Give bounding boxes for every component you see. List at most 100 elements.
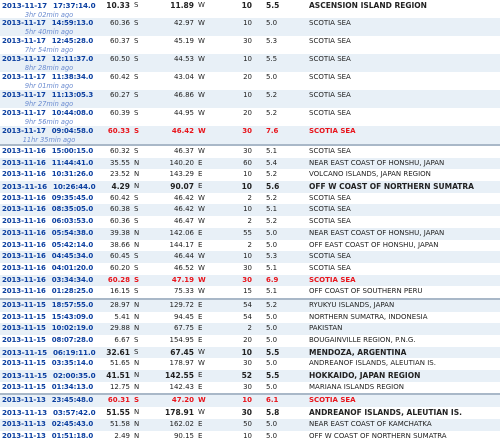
datetime-cell[interactable]: 2013-11-1603:34:34.0: [2, 275, 96, 287]
table-row[interactable]: 2013-11-1323:45:48.060.31S47.20W106.1SCO…: [0, 393, 500, 407]
time-link[interactable]: 09:04:58.0: [52, 127, 93, 135]
datetime-cell[interactable]: 2013-11-13 02:45:43.0: [2, 419, 96, 431]
table-row[interactable]: 2013-11-1615:00:15.060.32S46.37W305.1SCO…: [0, 144, 500, 158]
date-link[interactable]: 2013-11-13: [2, 408, 47, 417]
table-row[interactable]: 2013-11-1301:51:18.02.49N90.15E105.0OFF …: [0, 431, 500, 442]
table-row[interactable]: 2013-11-1601:28:25.016.15S75.33W155.1OFF…: [0, 286, 500, 298]
datetime-cell[interactable]: 2013-11-1709:04:58.011hr 35min ago: [2, 126, 96, 143]
datetime-cell[interactable]: 2013-11-1712:45:28.07hr 54min ago: [2, 36, 96, 53]
table-row[interactable]: 2013-11-1709:04:58.011hr 35min ago60.33S…: [0, 126, 500, 144]
time-link[interactable]: 11:44:41.0: [52, 159, 93, 167]
date-link[interactable]: 2013-11-16: [2, 205, 46, 213]
time-link[interactable]: 01:28:25.0: [52, 287, 93, 295]
time-link[interactable]: 03:35:14.0: [52, 359, 93, 367]
date-link[interactable]: 2013-11-17: [2, 73, 46, 81]
date-link[interactable]: 2013-11-16: [2, 252, 46, 260]
date-link[interactable]: 2013-11-15: [2, 371, 47, 380]
table-row[interactable]: 2013-11-1501:34:13.012.75N142.43E305.0MA…: [0, 382, 500, 394]
datetime-cell[interactable]: 2013-11-1508:07:28.0: [2, 335, 96, 347]
date-link[interactable]: 2013-11-16: [2, 194, 46, 202]
table-row[interactable]: 2013-11-1506:19:11.032.61S67.45W105.5MEN…: [0, 347, 500, 359]
table-row[interactable]: 2013-11-1515:43:09.05.41N94.45E545.0NORT…: [0, 312, 500, 324]
date-link[interactable]: 2013-11-17: [2, 55, 46, 63]
table-row[interactable]: 2013-11-1302:45:43.051.58N162.02E505.0NE…: [0, 419, 500, 431]
datetime-cell[interactable]: 2013-11-1503:35:14.0: [2, 358, 96, 370]
time-link[interactable]: 01:51:18.0: [52, 432, 93, 440]
table-row[interactable]: 2013-11-1510:02:19.029.88N67.75E25.0PAKI…: [0, 323, 500, 335]
datetime-cell[interactable]: 2013-11-1711:13:05.39hr 27min ago: [2, 90, 96, 107]
time-link[interactable]: 12:11:37.0: [52, 55, 93, 63]
time-link[interactable]: 06:03:53.0: [52, 217, 93, 225]
date-link[interactable]: 2013-11-15: [2, 301, 46, 309]
time-link[interactable]: 02:00:35.0: [53, 371, 96, 380]
table-row[interactable]: 2013-11-1610:26:44.04.29N90.07E105.6OFF …: [0, 181, 500, 193]
datetime-cell[interactable]: 2013-11-16 06:03:53.0: [2, 216, 96, 228]
datetime-cell[interactable]: 2013-11-1712:11:37.08hr 28min ago: [2, 54, 96, 71]
time-link[interactable]: 01:34:13.0: [52, 383, 93, 391]
date-link[interactable]: 2013-11-16: [2, 217, 46, 225]
table-row[interactable]: 2013-11-1603:34:34.060.28S47.19W306.9SCO…: [0, 275, 500, 287]
datetime-cell[interactable]: 2013-11-1518:57:55.0: [2, 300, 96, 312]
time-link[interactable]: 08:35:05.0: [52, 205, 93, 213]
time-link[interactable]: 10:31:26.0: [52, 170, 93, 178]
time-link[interactable]: 09:35:45.0: [52, 194, 93, 202]
date-link[interactable]: 2013-11-17: [2, 91, 46, 99]
date-link[interactable]: 2013-11-16: [2, 229, 46, 237]
time-link[interactable]: 10:26:44.0: [53, 182, 96, 191]
date-link[interactable]: 2013-11-17: [2, 37, 46, 45]
datetime-cell[interactable]: 2013-11-16 15:00:15.0: [2, 146, 96, 158]
table-row[interactable]: 2013-11-1502:00:35.041.51N142.55E525.5HO…: [0, 370, 500, 382]
date-link[interactable]: 2013-11-15: [2, 324, 46, 332]
date-link[interactable]: 2013-11-16: [2, 182, 47, 191]
datetime-cell[interactable]: 2013-11-16 09:35:45.0: [2, 193, 96, 205]
table-row[interactable]: 2013-11-1714:59:13.05hr 40min ago60.36S4…: [0, 18, 500, 36]
date-link[interactable]: 2013-11-13: [2, 432, 46, 440]
time-link[interactable]: 10:02:19.0: [52, 324, 93, 332]
table-row[interactable]: 2013-11-1604:01:20.060.20S46.52W305.1SCO…: [0, 263, 500, 275]
date-link[interactable]: 2013-11-17: [2, 1, 47, 10]
table-row[interactable]: 2013-11-1610:31:26.023.52N143.29E105.2VO…: [0, 169, 500, 181]
datetime-cell[interactable]: 2013-11-16 10:31:26.0: [2, 169, 96, 181]
date-link[interactable]: 2013-11-16: [2, 159, 46, 167]
datetime-cell[interactable]: 2013-11-1714:59:13.05hr 40min ago: [2, 18, 96, 35]
table-row[interactable]: 2013-11-1508:07:28.06.67S154.95E205.0BOU…: [0, 335, 500, 347]
date-link[interactable]: 2013-11-17: [2, 109, 46, 117]
date-link[interactable]: 2013-11-16: [2, 264, 46, 272]
table-row[interactable]: 2013-11-1503:35:14.051.65N178.97W305.0AN…: [0, 358, 500, 370]
datetime-cell[interactable]: 2013-11-16 04:01:20.0: [2, 263, 96, 275]
date-link[interactable]: 2013-11-16: [2, 147, 46, 155]
table-row[interactable]: 2013-11-1608:35:05.060.38S46.42W105.1SCO…: [0, 204, 500, 216]
table-row[interactable]: 2013-11-1606:03:53.060.36S46.47W25.2SCOT…: [0, 216, 500, 228]
datetime-cell[interactable]: 2013-11-1717:37:14.03hr 02min ago: [2, 0, 96, 18]
datetime-cell[interactable]: 2013-11-16 08:35:05.0: [2, 204, 96, 216]
table-row[interactable]: 2013-11-1717:37:14.03hr 02min ago10.33S1…: [0, 0, 500, 18]
date-link[interactable]: 2013-11-16: [2, 241, 46, 249]
datetime-cell[interactable]: 2013-11-1605:54:38.0: [2, 228, 96, 240]
date-link[interactable]: 2013-11-16: [2, 170, 46, 178]
time-link[interactable]: 11:38:34.0: [52, 73, 93, 81]
date-link[interactable]: 2013-11-17: [2, 127, 46, 135]
time-link[interactable]: 23:45:48.0: [52, 396, 93, 404]
datetime-cell[interactable]: 2013-11-13 01:51:18.0: [2, 431, 96, 442]
time-link[interactable]: 11:13:05.3: [52, 91, 93, 99]
time-link[interactable]: 02:45:43.0: [52, 420, 93, 428]
time-link[interactable]: 10:44:08.0: [52, 109, 93, 117]
time-link[interactable]: 12:45:28.0: [52, 37, 93, 45]
time-link[interactable]: 15:00:15.0: [52, 147, 93, 155]
datetime-cell[interactable]: 2013-11-1323:45:48.0: [2, 395, 96, 407]
datetime-cell[interactable]: 2013-11-1710:44:08.09hr 56min ago: [2, 108, 96, 125]
date-link[interactable]: 2013-11-16: [2, 287, 46, 295]
datetime-cell[interactable]: 2013-11-16 01:28:25.0: [2, 286, 96, 298]
table-row[interactable]: 2013-11-1711:13:05.39hr 27min ago60.27S4…: [0, 90, 500, 108]
date-link[interactable]: 2013-11-15: [2, 336, 46, 344]
date-link[interactable]: 2013-11-13: [2, 420, 46, 428]
datetime-cell[interactable]: 2013-11-1605:42:14.0: [2, 240, 96, 252]
time-link[interactable]: 04:01:20.0: [52, 264, 93, 272]
time-link[interactable]: 04:45:34.0: [52, 252, 93, 260]
table-row[interactable]: 2013-11-1605:42:14.038.66N144.17E25.0OFF…: [0, 240, 500, 252]
datetime-cell[interactable]: 2013-11-1515:43:09.0: [2, 312, 96, 324]
table-row[interactable]: 2013-11-1611:44:41.035.55N140.20E605.4NE…: [0, 158, 500, 170]
date-link[interactable]: 2013-11-15: [2, 313, 46, 321]
time-link[interactable]: 03:34:34.0: [52, 276, 93, 284]
date-link[interactable]: 2013-11-17: [2, 19, 46, 27]
